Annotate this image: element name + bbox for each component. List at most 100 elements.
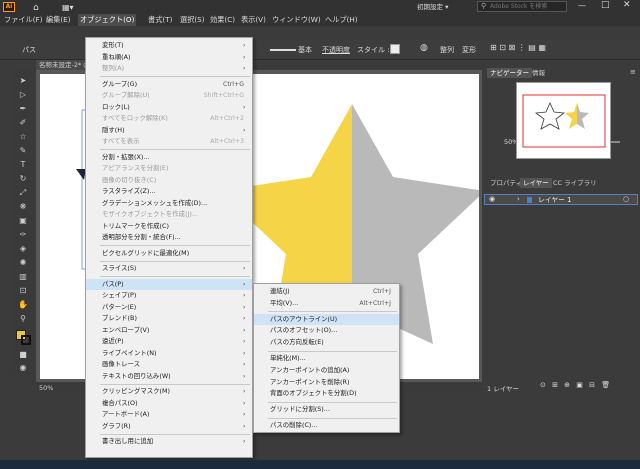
minimize-button[interactable]: —	[578, 1, 586, 10]
transform-label[interactable]: 変形	[462, 45, 476, 55]
star-tool-icon[interactable]: ☆	[17, 132, 29, 142]
object-menu-item[interactable]: グループ(G) Ctrl+G	[86, 79, 252, 91]
stroke-style-line[interactable]	[270, 49, 296, 51]
layer-row[interactable]: ◉ › レイヤー 1 ○	[484, 194, 638, 205]
search-input[interactable]	[490, 2, 566, 11]
chevron-right-icon[interactable]: ›	[517, 195, 520, 203]
draw-mode-icon[interactable]: ◉	[17, 363, 29, 373]
warp-tool-icon[interactable]: ❋	[17, 202, 29, 212]
object-menu-item[interactable]: 書き出し用に追加 ›	[86, 436, 252, 448]
symbol-tool-icon[interactable]: ✺	[17, 258, 29, 268]
path-submenu-item[interactable]: 連結(J) Ctrl+J	[254, 286, 399, 298]
path-submenu-item[interactable]: パスの削除(C)...	[254, 420, 399, 432]
object-menu-item[interactable]: 分割・拡張(X)...	[86, 152, 252, 164]
panel-menu-icon[interactable]: ≡	[630, 68, 636, 76]
menu-help[interactable]: ヘルプ(H)	[323, 14, 360, 26]
object-menu-item[interactable]: 画像トレース ›	[86, 359, 252, 371]
type-tool-icon[interactable]: T	[17, 160, 29, 170]
layer-actions-icons[interactable]: ⊙ ⊞ ⊕ ▣ ⊟ 🗑	[540, 381, 612, 389]
object-menu-item[interactable]: ブレンド(B) ›	[86, 313, 252, 325]
object-menu-item[interactable]: スライス(S) ›	[86, 263, 252, 275]
menu-view[interactable]: 表示(V)	[239, 14, 268, 26]
color-mode-icon[interactable]: ■	[17, 350, 29, 360]
menu-file[interactable]: ファイル(F)	[2, 14, 45, 26]
stroke-swatch[interactable]	[21, 335, 31, 345]
stroke-style-label[interactable]: 基本	[298, 45, 312, 55]
tab-cc-libraries[interactable]: CC ライブラリ	[550, 178, 600, 188]
object-menu-item[interactable]: 重ね順(A) ›	[86, 52, 252, 64]
opacity-label[interactable]: 不透明度	[322, 45, 350, 55]
zoom-tool-icon[interactable]: ⚲	[17, 314, 29, 324]
menu-select[interactable]: 選択(S)	[178, 14, 207, 26]
object-menu-item[interactable]: エンベロープ(V) ›	[86, 325, 252, 337]
object-menu-item[interactable]: ピクセルグリッドに最適化(M)	[86, 248, 252, 260]
close-button[interactable]: ✕	[623, 0, 631, 10]
home-icon[interactable]: ⌂	[33, 3, 39, 13]
zoom-level[interactable]: 50%	[39, 384, 53, 392]
blend-tool-icon[interactable]: ◈	[17, 244, 29, 254]
tab-info[interactable]: 情報	[529, 68, 548, 78]
object-menu-item[interactable]: ロック(L) ›	[86, 102, 252, 114]
brush-tool-icon[interactable]: ✎	[17, 146, 29, 156]
tab-navigator[interactable]: ナビゲーター	[487, 68, 532, 78]
menu-type[interactable]: 書式(T)	[146, 14, 174, 26]
document-tab[interactable]: 名称未設定-2* @	[36, 60, 92, 70]
direct-selection-tool-icon[interactable]: ▷	[17, 90, 29, 100]
object-menu-item[interactable]: シェイプ(P) ›	[86, 290, 252, 302]
isolate-icon[interactable]: ⊞ ⊡ ⊠ ⋮ ▤ ▦	[490, 43, 546, 52]
object-menu-item[interactable]: 透明部分を分割・統合(F)...	[86, 232, 252, 244]
globe-icon[interactable]: ◍	[420, 43, 428, 53]
menu-object[interactable]: オブジェクト(O)	[78, 14, 137, 26]
target-icon[interactable]: ○	[623, 195, 629, 203]
object-menu-item[interactable]: 複合パス(O) ›	[86, 398, 252, 410]
chevron-right-icon: ›	[243, 315, 246, 322]
menu-effect[interactable]: 効果(C)	[208, 14, 237, 26]
tab-layers[interactable]: レイヤー	[520, 178, 552, 188]
object-menu-item[interactable]: グラフ(R) ›	[86, 421, 252, 433]
object-menu-item[interactable]: トリムマークを作成(C)	[86, 221, 252, 233]
object-menu-item[interactable]: 遠近(P) ›	[86, 336, 252, 348]
menu-window[interactable]: ウィンドウ(W)	[270, 14, 323, 26]
layer-name[interactable]: レイヤー 1	[538, 195, 571, 205]
selection-tool-icon[interactable]: ➤	[17, 76, 29, 86]
path-submenu-item[interactable]: 背面のオブジェクトを分割(D)	[254, 388, 399, 400]
path-submenu-item[interactable]: グリッドに分割(S)...	[254, 404, 399, 416]
path-submenu-item[interactable]: アンカーポイントの追加(A)	[254, 365, 399, 377]
path-submenu-item[interactable]: パスのオフセット(O)...	[254, 325, 399, 337]
rotate-tool-icon[interactable]: ↻	[17, 174, 29, 184]
eye-icon[interactable]: ◉	[489, 195, 495, 203]
path-submenu-item[interactable]: パスの方向反転(E)	[254, 337, 399, 349]
object-menu-item[interactable]: 変形(T) ›	[86, 40, 252, 52]
path-submenu-item[interactable]: パスのアウトライン(U)	[254, 313, 399, 326]
maximize-button[interactable]: □	[601, 0, 610, 10]
object-menu-item-label: 分割・拡張(X)...	[102, 152, 150, 161]
gradient-tool-icon[interactable]: ▣	[17, 216, 29, 226]
object-menu-item[interactable]: ラスタライズ(Z)...	[86, 186, 252, 198]
eyedropper-tool-icon[interactable]: ✑	[17, 230, 29, 240]
object-menu-item[interactable]: パス(P) ›	[86, 278, 252, 290]
navigator-thumbnail[interactable]	[516, 82, 611, 159]
style-swatch[interactable]	[390, 44, 400, 54]
curvature-tool-icon[interactable]: ✐	[17, 118, 29, 128]
path-submenu-item[interactable]: 単純化(M)...	[254, 353, 399, 365]
graph-tool-icon[interactable]: ▥	[17, 272, 29, 282]
pen-tool-icon[interactable]: ✒	[17, 104, 29, 114]
artboard-tool-icon[interactable]: ⊡	[17, 286, 29, 296]
object-menu-item[interactable]: ライブペイント(N) ›	[86, 348, 252, 360]
object-menu-item[interactable]: 隠す(H) ›	[86, 125, 252, 137]
path-submenu-item[interactable]: アンカーポイントを削除(R)	[254, 377, 399, 389]
hand-tool-icon[interactable]: ✋	[17, 300, 29, 310]
align-label[interactable]: 整列	[440, 45, 454, 55]
menu-edit[interactable]: 編集(E)	[44, 14, 73, 26]
layout-icon[interactable]: ▦▾	[62, 3, 74, 12]
object-menu-item[interactable]: グラデーションメッシュを作成(D)...	[86, 198, 252, 210]
object-menu-item[interactable]: テキストの回り込み(W) ›	[86, 371, 252, 383]
path-submenu-item[interactable]: 平均(V)... Alt+Ctrl+J	[254, 298, 399, 310]
object-menu-item[interactable]: アートボード(A) ›	[86, 409, 252, 421]
object-menu-item[interactable]: クリッピングマスク(M) ›	[86, 386, 252, 398]
object-menu-item[interactable]: パターン(E) ›	[86, 302, 252, 314]
workspace-switcher[interactable]: 初期設定 ▾	[417, 2, 467, 12]
chevron-right-icon: ›	[243, 292, 246, 299]
scale-tool-icon[interactable]: ⤢	[17, 188, 29, 198]
stock-search[interactable]: ⚲	[477, 1, 567, 12]
